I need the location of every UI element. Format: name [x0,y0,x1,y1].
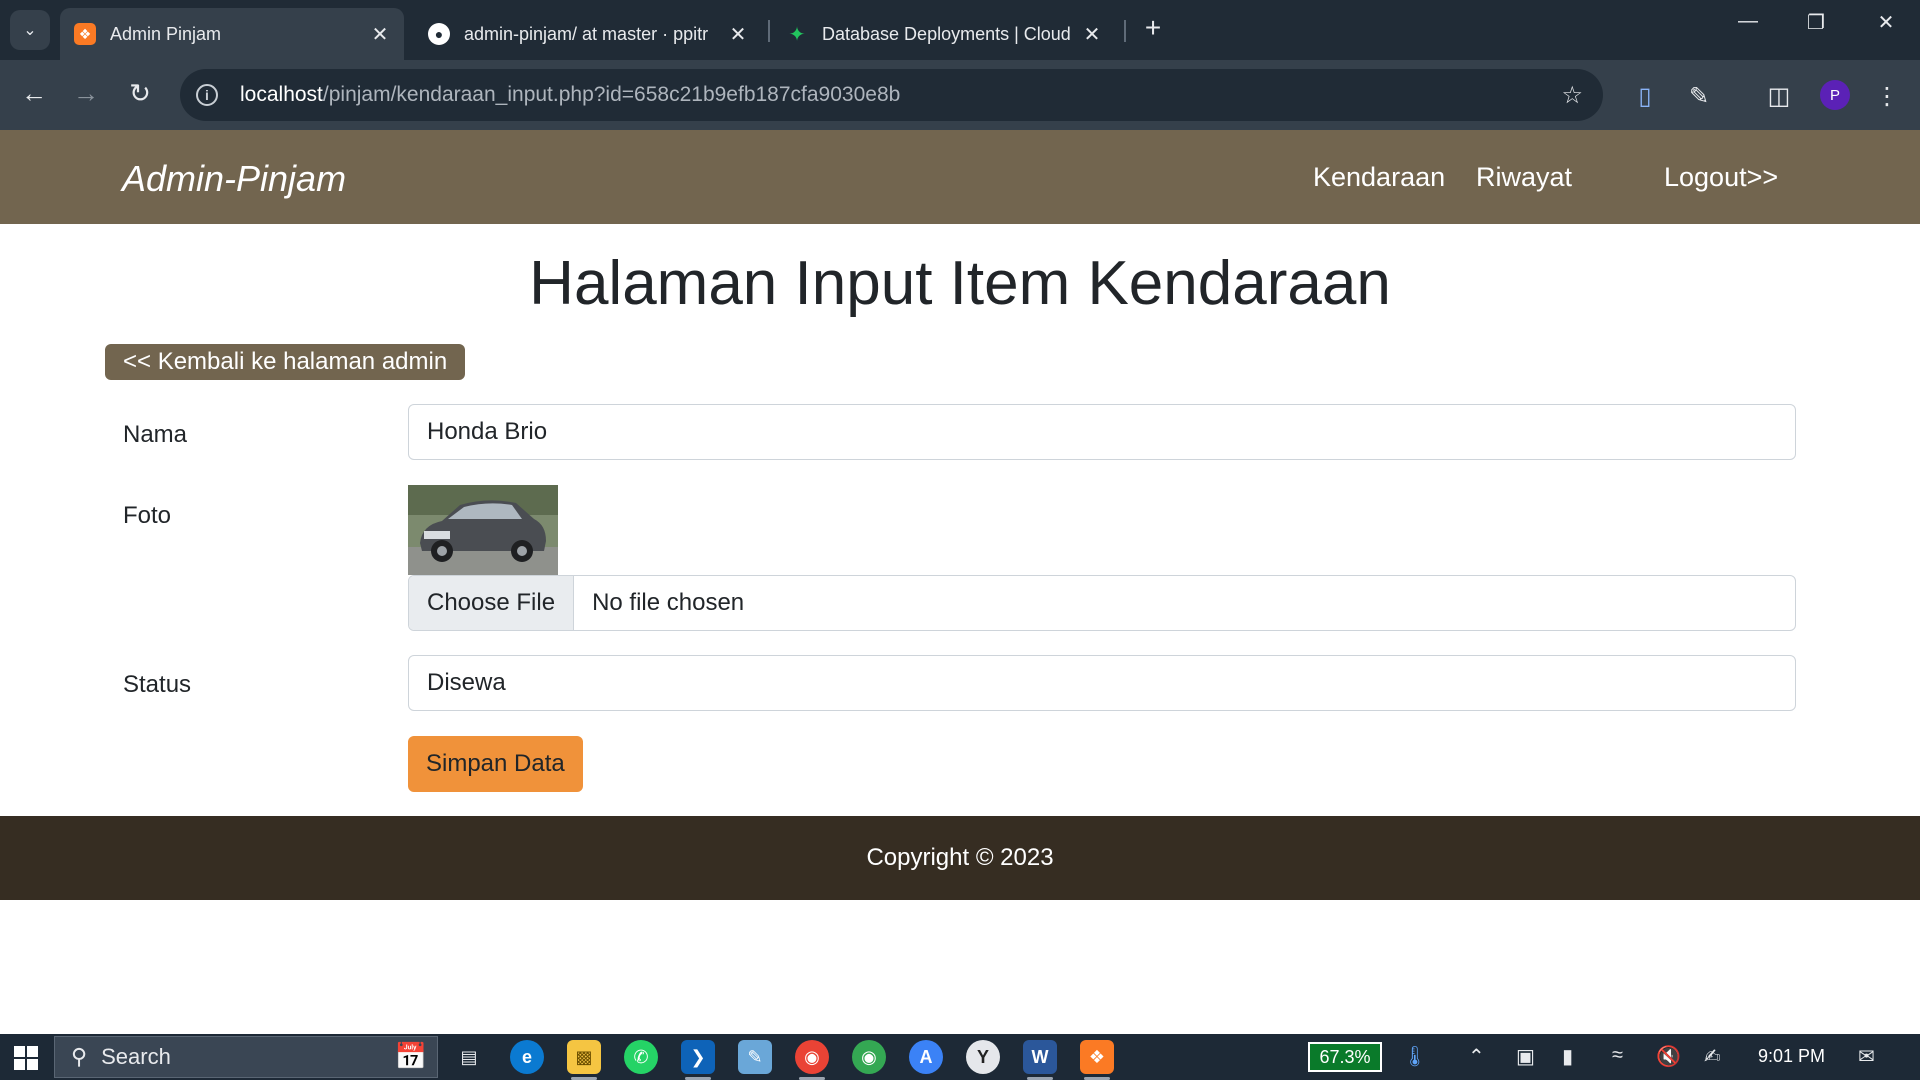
windows-taskbar: ⚲ Search 📅 ▤ e ▩ ✆ ❯ ✎ ◉ ◉ A Y W ❖ 67.3%… [0,1034,1920,1080]
task-view-icon[interactable]: ▤ [452,1040,486,1074]
tab-admin-pinjam[interactable]: ❖ Admin Pinjam ✕ [60,8,404,60]
tab-github[interactable]: ● admin-pinjam/ at master · ppitr ✕ [414,8,762,60]
thermometer-icon[interactable]: 🌡 [1402,1044,1427,1069]
copyright-text: Copyright © 2023 [866,844,1054,871]
wifi-icon[interactable]: ≈ [1612,1044,1623,1067]
nav-link-logout[interactable]: Logout>> [1664,162,1778,193]
status-label: Status [123,671,192,698]
whatsapp-icon[interactable]: ✆ [624,1040,658,1074]
browser-toolbar: ← → ↻ i localhost/pinjam/kendaraan_input… [0,60,1920,130]
site-info-icon[interactable]: i [196,84,218,106]
site-footer: Copyright © 2023 [0,816,1920,900]
edge-icon[interactable]: e [510,1040,544,1074]
calendar-icon: 📅 [394,1041,427,1071]
nama-input[interactable]: Honda Brio [408,404,1796,460]
car-photo-image [408,485,558,575]
vscode-icon[interactable]: ❯ [681,1040,715,1074]
camera-icon[interactable]: ▣ [1516,1044,1535,1069]
side-panel-icon[interactable]: ◫ [1764,82,1794,111]
extensions-puzzle-icon[interactable]: ✎ [1684,82,1714,111]
tab-search-icon[interactable]: ⌄ [10,10,50,50]
simpan-data-button[interactable]: Simpan Data [408,736,583,792]
nav-link-kendaraan[interactable]: Kendaraan [1313,162,1445,193]
browser-tabstrip: ⌄ ❖ Admin Pinjam ✕ ● admin-pinjam/ at ma… [0,0,1920,60]
nav-link-riwayat[interactable]: Riwayat [1476,162,1572,193]
compass-app-icon[interactable]: Y [966,1040,1000,1074]
minimize-icon[interactable]: — [1728,10,1768,33]
foto-label: Foto [123,502,172,529]
foto-file-input[interactable]: Choose File No file chosen [408,575,1796,631]
search-icon: ⚲ [71,1044,88,1069]
tab-title: Database Deployments | Cloud: [822,23,1072,44]
page-title: Halaman Input Item Kendaraan [529,249,1391,318]
file-explorer-icon[interactable]: ▩ [567,1040,601,1074]
choose-file-button[interactable]: Choose File [409,576,575,630]
cpu-usage-widget[interactable]: 67.3% [1308,1042,1382,1072]
site-navbar: Admin-Pinjam Kendaraan Riwayat Logout>> [0,130,1920,224]
bookmark-star-icon[interactable]: ☆ [1561,81,1583,110]
chrome-profile-icon[interactable]: ◉ [852,1040,886,1074]
show-hidden-icons-chevron-icon[interactable]: ⌃ [1468,1044,1485,1069]
back-arrow-icon[interactable]: ← [16,78,52,109]
file-status-text: No file chosen [592,589,745,616]
taskbar-clock[interactable]: 9:01 PM [1758,1046,1825,1067]
battery-icon[interactable]: ▮ [1562,1044,1573,1069]
close-tab-icon[interactable]: ✕ [1082,22,1102,47]
site-brand[interactable]: Admin-Pinjam [122,158,346,200]
notepad-icon[interactable]: ✎ [738,1040,772,1074]
close-tab-icon[interactable]: ✕ [370,22,390,47]
profile-avatar[interactable]: P [1820,80,1850,110]
car-photo-thumbnail [408,485,558,575]
tab-separator [1124,20,1126,42]
back-to-admin-button[interactable]: << Kembali ke halaman admin [105,344,466,380]
url-text[interactable]: localhost/pinjam/kendaraan_input.php?id=… [240,83,900,107]
xampp-taskbar-icon[interactable]: ❖ [1080,1040,1114,1074]
tab-title: Admin Pinjam [110,23,222,44]
xampp-icon: ❖ [74,23,96,45]
taskbar-search-box[interactable]: ⚲ Search 📅 [54,1036,438,1078]
url-host: localhost [240,83,323,106]
status-input[interactable]: Disewa [408,655,1796,711]
new-tab-button[interactable]: + [1138,12,1168,44]
close-window-icon[interactable]: ✕ [1866,10,1906,35]
notification-icon[interactable]: ✉ [1858,1044,1875,1069]
taskbar-search-label: Search [101,1044,171,1069]
menu-kebab-icon[interactable]: ⋮ [1872,82,1902,111]
restore-icon[interactable]: ❐ [1796,10,1836,35]
nama-label: Nama [123,421,188,448]
mongodb-icon: ✦ [788,23,806,46]
tab-mongodb[interactable]: ✦ Database Deployments | Cloud: ✕ [772,8,1116,60]
chrome-icon[interactable]: ◉ [795,1040,829,1074]
reload-icon[interactable]: ↻ [122,78,158,109]
address-bar[interactable]: i localhost/pinjam/kendaraan_input.php?i… [180,69,1603,121]
tab-title: admin-pinjam/ at master · ppitr [464,23,709,44]
pen-icon[interactable]: ✍ [1704,1044,1721,1069]
github-icon: ● [428,23,450,45]
app-store-icon[interactable]: A [909,1040,943,1074]
tab-separator [768,20,770,42]
windows-start-icon[interactable] [14,1046,38,1070]
word-icon[interactable]: W [1023,1040,1057,1074]
close-tab-icon[interactable]: ✕ [728,22,748,47]
forward-arrow-icon[interactable]: → [68,78,104,109]
url-path: /pinjam/kendaraan_input.php?id=658c21b9e… [322,83,901,106]
extension-doc-icon[interactable]: ▯ [1630,82,1660,111]
speaker-muted-icon[interactable]: 🔇 [1656,1044,1681,1069]
